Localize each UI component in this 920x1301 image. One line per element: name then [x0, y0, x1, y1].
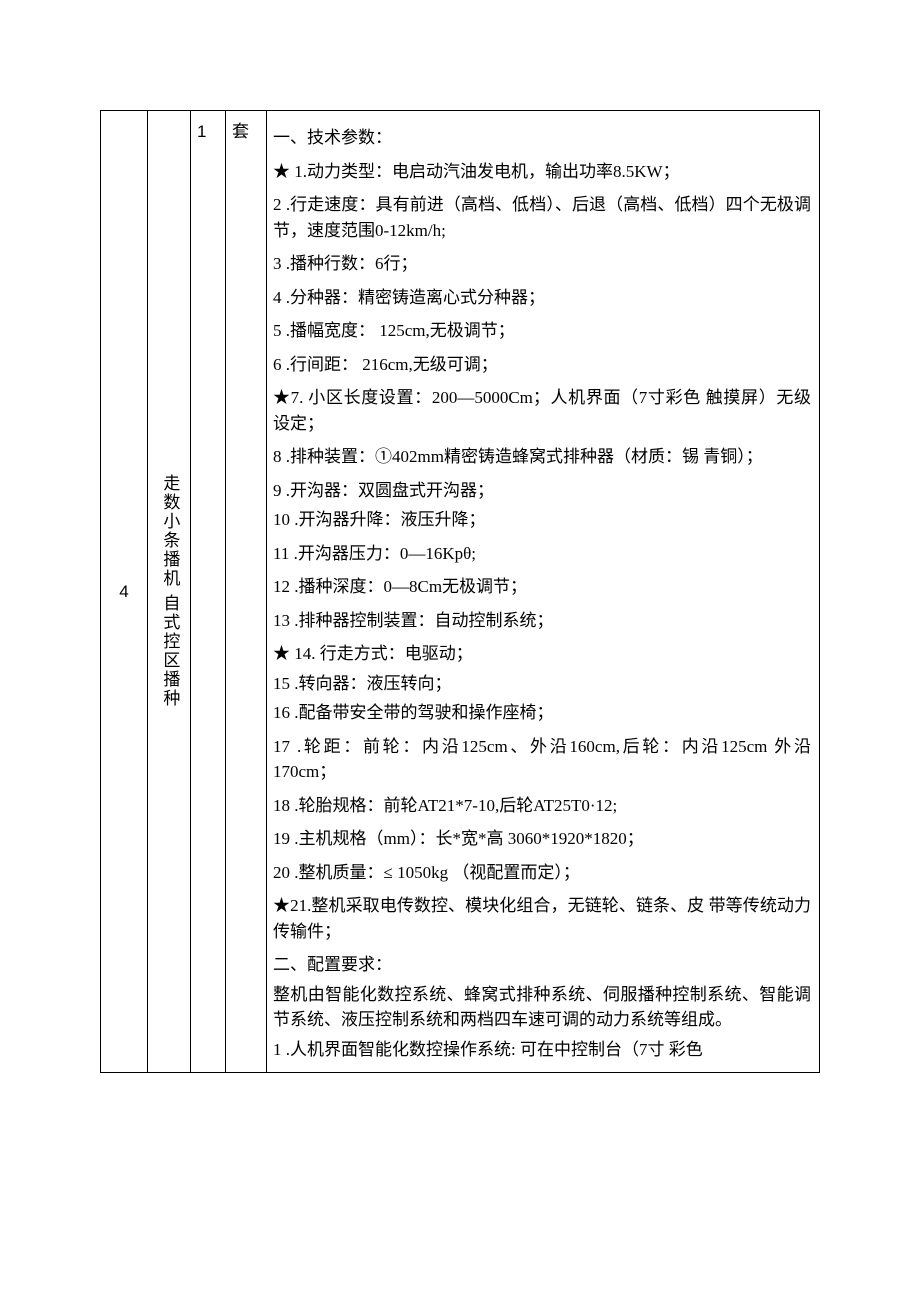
spec-line: 19 .主机规格（mm）：长*宽*高 3060*1920*1820；	[273, 826, 811, 852]
spec-line: 17 .轮距：前轮：内沿125cm、外沿160cm,后轮：内沿125cm 外沿 …	[273, 734, 811, 785]
spec-line: 13 .排种器控制装置：自动控制系统；	[273, 608, 811, 634]
spec-line: 一、技术参数：	[273, 125, 811, 151]
spec-line: 6 .行间距： 216cm,无级可调；	[273, 352, 811, 378]
spec-line: 8 .排种装置：①402mm精密铸造蜂窝式排种器（材质：锡 青铜）；	[273, 444, 811, 470]
spec-line: ★21.整机采取电传数控、模块化组合，无链轮、链条、皮 带等传统动力传输件；	[273, 893, 811, 944]
spec-line: 15 .转向器：液压转向；	[273, 671, 811, 697]
spec-line: 整机由智能化数控系统、蜂窝式排种系统、伺服播种控制系统、智能调节系统、液压控制系…	[273, 982, 811, 1033]
spec-line: 12 .播种深度：0—8Cm无极调节；	[273, 574, 811, 600]
spec-line: 16 .配备带安全带的驾驶和操作座椅；	[273, 700, 811, 726]
cell-item-name: 走数小条播机 自式控区播种	[148, 111, 191, 1073]
table-row: 4 走数小条播机 自式控区播种 1 套 一、技术参数： ★ 1.动力类型：电启动…	[101, 111, 820, 1073]
unit-value: 套	[232, 122, 249, 141]
spec-line: 11 .开沟器压力：0—16Kpθ;	[273, 541, 811, 567]
cell-index: 4	[101, 111, 148, 1073]
spec-line: 18 .轮胎规格：前轮AT21*7-10,后轮AT25T0·12;	[273, 793, 811, 819]
spec-line: 9 .开沟器：双圆盘式开沟器；	[273, 478, 811, 504]
spec-line: ★7. 小区长度设置：200—5000Cm；人机界面（7寸彩色 触摸屏）无级设定…	[273, 385, 811, 436]
spec-line: 4 .分种器：精密铸造离心式分种器；	[273, 285, 811, 311]
index-value: 4	[119, 582, 128, 601]
spec-line: 20 .整机质量：≤ 1050kg （视配置而定）；	[273, 860, 811, 886]
spec-line: 2 .行走速度：具有前进（高档、低档）、后退（高档、低档）四个无极调节，速度范围…	[273, 192, 811, 243]
spec-line: 5 .播幅宽度： 125cm,无极调节；	[273, 318, 811, 344]
cell-unit: 套	[226, 111, 267, 1073]
document-page: 4 走数小条播机 自式控区播种 1 套 一、技术参数： ★ 1.动力类型：电启动…	[0, 0, 920, 1113]
spec-table: 4 走数小条播机 自式控区播种 1 套 一、技术参数： ★ 1.动力类型：电启动…	[100, 110, 820, 1073]
spec-line: 二、配置要求：	[273, 952, 811, 978]
spec-line: 10 .开沟器升降：液压升降；	[273, 507, 811, 533]
cell-quantity: 1	[191, 111, 226, 1073]
spec-line: ★ 14. 行走方式：电驱动；	[273, 641, 811, 667]
spec-line: 1 .人机界面智能化数控操作系统: 可在中控制台（7寸 彩色	[273, 1037, 811, 1063]
spec-line: ★ 1.动力类型：电启动汽油发电机，输出功率8.5KW；	[273, 159, 811, 185]
spec-line: 3 .播种行数：6行；	[273, 251, 811, 277]
cell-specifications: 一、技术参数： ★ 1.动力类型：电启动汽油发电机，输出功率8.5KW； 2 .…	[267, 111, 820, 1073]
item-name-value: 走数小条播机 自式控区播种	[160, 474, 179, 708]
quantity-value: 1	[197, 122, 206, 141]
